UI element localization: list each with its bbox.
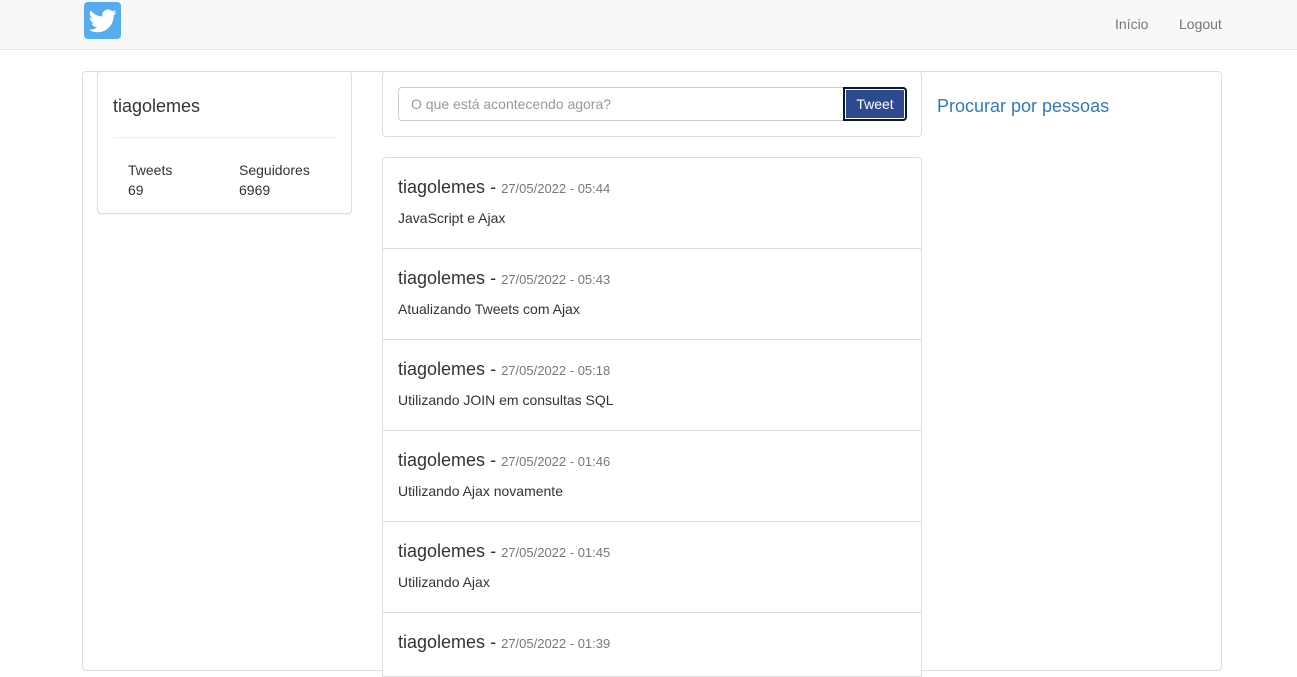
tweet-text: Utilizando JOIN em consultas SQL — [398, 392, 614, 408]
tweet-header: tiagolemes - 27/05/2022 - 01:39 — [398, 632, 610, 653]
tweet-date: 27/05/2022 - 05:43 — [501, 272, 611, 287]
profile-divider — [113, 137, 336, 138]
stat-followers: Seguidores 6969 — [239, 160, 310, 200]
tweet-author: tiagolemes — [398, 177, 486, 197]
tweet-text: Atualizando Tweets com Ajax — [398, 301, 580, 317]
tweet-item: tiagolemes - 27/05/2022 - 05:18 Utilizan… — [383, 340, 921, 431]
tweet-author: tiagolemes — [398, 541, 486, 561]
tweet-item: tiagolemes - 27/05/2022 - 01:45 Utilizan… — [383, 522, 921, 613]
tweet-item: tiagolemes - 27/05/2022 - 05:43 Atualiza… — [383, 249, 921, 340]
twitter-logo[interactable] — [84, 2, 121, 39]
tweet-button[interactable]: Tweet — [843, 87, 907, 121]
tweet-date: 27/05/2022 - 05:18 — [501, 363, 611, 378]
stat-followers-value: 6969 — [239, 182, 271, 198]
tweet-form-panel: Tweet — [382, 71, 922, 137]
nav-link-inicio[interactable]: Início — [1115, 16, 1148, 32]
stat-tweets-value: 69 — [128, 182, 144, 198]
tweet-date: 27/05/2022 - 01:46 — [501, 454, 611, 469]
tweet-text: Utilizando Ajax novamente — [398, 483, 563, 499]
tweet-author: tiagolemes — [398, 450, 486, 470]
tweet-separator: - — [490, 450, 497, 470]
tweet-separator: - — [490, 268, 497, 288]
stat-tweets: Tweets 69 — [128, 160, 172, 200]
tweet-header: tiagolemes - 27/05/2022 - 01:46 — [398, 450, 610, 471]
tweet-separator: - — [490, 177, 497, 197]
twitter-bird-icon — [88, 8, 117, 32]
tweet-input[interactable] — [398, 87, 844, 121]
navbar: Início Logout — [0, 0, 1297, 50]
tweet-item: tiagolemes - 27/05/2022 - 01:39 — [383, 613, 921, 676]
profile-panel: tiagolemes Tweets 69 Seguidores 6969 — [97, 71, 352, 214]
tweet-author: tiagolemes — [398, 632, 486, 652]
tweet-author: tiagolemes — [398, 268, 486, 288]
stat-tweets-label: Tweets — [128, 162, 173, 178]
tweet-header: tiagolemes - 27/05/2022 - 05:44 — [398, 177, 610, 198]
tweet-header: tiagolemes - 27/05/2022 - 01:45 — [398, 541, 610, 562]
stat-followers-label: Seguidores — [239, 162, 310, 178]
tweets-list: tiagolemes - 27/05/2022 - 05:44 JavaScri… — [382, 157, 922, 677]
tweet-separator: - — [490, 359, 497, 379]
nav-link-logout[interactable]: Logout — [1179, 16, 1222, 32]
tweet-date: 27/05/2022 - 01:45 — [501, 545, 611, 560]
tweet-date: 27/05/2022 - 05:44 — [501, 181, 611, 196]
tweet-separator: - — [490, 541, 497, 561]
tweet-header: tiagolemes - 27/05/2022 - 05:18 — [398, 359, 610, 380]
profile-username: tiagolemes — [113, 96, 201, 116]
tweet-separator: - — [490, 632, 497, 652]
tweet-date: 27/05/2022 - 01:39 — [501, 636, 611, 651]
search-people-link[interactable]: Procurar por pessoas — [937, 96, 1109, 117]
tweet-header: tiagolemes - 27/05/2022 - 05:43 — [398, 268, 610, 289]
tweet-text: JavaScript e Ajax — [398, 210, 506, 226]
tweet-text: Utilizando Ajax — [398, 574, 490, 590]
tweet-author: tiagolemes — [398, 359, 486, 379]
tweet-item: tiagolemes - 27/05/2022 - 05:44 JavaScri… — [383, 158, 921, 249]
tweet-item: tiagolemes - 27/05/2022 - 01:46 Utilizan… — [383, 431, 921, 522]
